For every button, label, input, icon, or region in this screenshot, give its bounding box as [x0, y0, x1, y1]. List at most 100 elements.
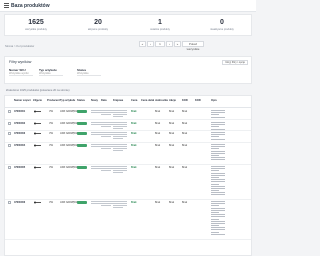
- actions: Brak: [169, 132, 175, 135]
- filter-type-select[interactable]: Wszystkie: [39, 72, 63, 76]
- price: Brak: [131, 132, 137, 135]
- table-row[interactable]: 47000002 VW ASB NARZĘDZIE Brak Brak Brak Brak: [5, 121, 251, 131]
- product-image: [34, 166, 41, 169]
- status-badge: [77, 201, 87, 204]
- stat-all: 1625 wszystkie produkty: [5, 15, 67, 37]
- top-bar: Baza produktów: [0, 0, 256, 12]
- price: Brak: [131, 122, 137, 125]
- status-badge: [77, 122, 87, 125]
- filter-sku-select[interactable]: Wszystkie wyniki: [9, 72, 33, 76]
- actions: Brak: [169, 166, 175, 169]
- status-badge: [77, 110, 87, 113]
- stat-recent: 1 ostatnie produkty: [129, 15, 191, 37]
- actions: Brak: [169, 110, 175, 113]
- row-checkbox[interactable]: [8, 166, 11, 169]
- breadcrumb[interactable]: Strona > Kol produktów: [5, 44, 34, 48]
- table-row[interactable]: 47000003 VW ASB NARZĘDZIE Brak Brak Brak Brak: [5, 131, 251, 143]
- part-number[interactable]: 47000001: [14, 110, 25, 113]
- status-badge: [77, 144, 87, 147]
- part-number[interactable]: 47000004: [14, 144, 25, 147]
- page-number-input[interactable]: 1: [155, 41, 165, 47]
- column-header[interactable]: Akcje: [169, 99, 176, 102]
- unit: Brak: [155, 166, 161, 169]
- column-header[interactable]: Data: [101, 99, 107, 102]
- price: Brak: [131, 201, 137, 204]
- filters-panel: Filtry wyników Ukryj filtry / opcje Nume…: [4, 56, 252, 84]
- products-table: Numer części Zdjęcie Producent Typ artykułu…: [4, 95, 252, 256]
- row-checkbox[interactable]: [8, 201, 11, 204]
- producer: VW: [49, 122, 54, 125]
- column-header[interactable]: Zdjęcie: [33, 99, 42, 102]
- country-text: [113, 144, 127, 152]
- producer: VW: [49, 201, 54, 204]
- filter-status-select[interactable]: Wszystkie: [77, 72, 101, 76]
- show-all-button[interactable]: Pokaż wszystkie: [182, 41, 204, 51]
- price: Brak: [131, 144, 137, 147]
- part-number[interactable]: 47000003: [14, 132, 25, 135]
- description-text: [211, 166, 225, 197]
- column-header[interactable]: Krajowa: [113, 99, 123, 102]
- country-text: [113, 122, 127, 130]
- table-row[interactable]: 47000005 VW ASB NARZĘDZIE Brak Brak Brak Brak: [5, 165, 251, 200]
- column-header[interactable]: KOD: [182, 99, 188, 102]
- stat-value: 20: [94, 19, 102, 26]
- actions: Brak: [169, 122, 175, 125]
- row-checkbox[interactable]: [8, 132, 11, 135]
- code: Brak: [182, 166, 188, 169]
- column-header[interactable]: Nowy: [91, 99, 98, 102]
- column-header[interactable]: Cena detal: [141, 99, 154, 102]
- code: Brak: [182, 144, 188, 147]
- actions: Brak: [169, 144, 175, 147]
- unit: Brak: [155, 201, 161, 204]
- stat-label: nieaktywne produkty: [210, 28, 234, 31]
- row-checkbox[interactable]: [8, 122, 11, 125]
- menu-icon[interactable]: [4, 3, 9, 8]
- part-number[interactable]: 47000005: [14, 166, 25, 169]
- description-text: [211, 132, 225, 141]
- column-header[interactable]: Opis: [211, 99, 217, 102]
- column-header[interactable]: Jednostka: [155, 99, 168, 102]
- row-checkbox[interactable]: [8, 144, 11, 147]
- description-text: [211, 122, 225, 131]
- row-checkbox[interactable]: [8, 110, 11, 113]
- column-header[interactable]: Status: [77, 99, 85, 102]
- column-header[interactable]: KOD: [195, 99, 201, 102]
- unit: Brak: [155, 122, 161, 125]
- code: Brak: [182, 132, 188, 135]
- product-image: [34, 122, 41, 125]
- producer: VW: [49, 144, 54, 147]
- stat-active: 20 aktywne produkty: [67, 15, 129, 37]
- product-image: [34, 144, 41, 147]
- stat-label: ostatnie produkty: [150, 28, 170, 31]
- table-header: Numer części Zdjęcie Producent Typ artykułu…: [5, 96, 251, 108]
- product-image: [34, 132, 41, 135]
- unit: Brak: [155, 144, 161, 147]
- column-header[interactable]: Producent: [47, 99, 60, 102]
- table-row[interactable]: 47000006 VW ASB NARZĘDZIE Brak Brak Brak Brak: [5, 200, 251, 240]
- last-page-button[interactable]: »: [174, 41, 181, 47]
- country-text: [113, 132, 127, 140]
- first-page-button[interactable]: «: [139, 41, 146, 47]
- column-header[interactable]: Numer części: [14, 99, 31, 102]
- part-number[interactable]: 47000002: [14, 122, 25, 125]
- prev-page-button[interactable]: ‹: [147, 41, 154, 47]
- product-image: [34, 201, 41, 204]
- stats-panel: 1625 wszystkie produkty 20 aktywne produ…: [4, 14, 252, 36]
- next-page-button[interactable]: ›: [166, 41, 173, 47]
- country-text: [113, 110, 127, 118]
- results-count: Znaleziono 1625 produktów (pokazane 20 n…: [6, 89, 70, 92]
- part-number[interactable]: 47000006: [14, 201, 25, 204]
- table-row[interactable]: 47000001 VW ASB NARZĘDZIE Brak Brak Brak Brak: [5, 109, 251, 120]
- price: Brak: [131, 110, 137, 113]
- description-text: [211, 201, 225, 236]
- column-header[interactable]: Cena: [131, 99, 137, 102]
- price: Brak: [131, 166, 137, 169]
- stat-label: aktywne produkty: [87, 28, 109, 31]
- filters-title[interactable]: Filtry wyników: [9, 60, 31, 64]
- filters-toggle-button[interactable]: Ukryj filtry / opcje: [222, 60, 248, 65]
- table-row[interactable]: 47000004 VW ASB NARZĘDZIE Brak Brak Brak Brak: [5, 143, 251, 165]
- column-header[interactable]: Typ artykułu: [60, 99, 75, 102]
- product-image: [34, 110, 41, 113]
- description-text: [211, 144, 225, 162]
- producer: VW: [49, 132, 54, 135]
